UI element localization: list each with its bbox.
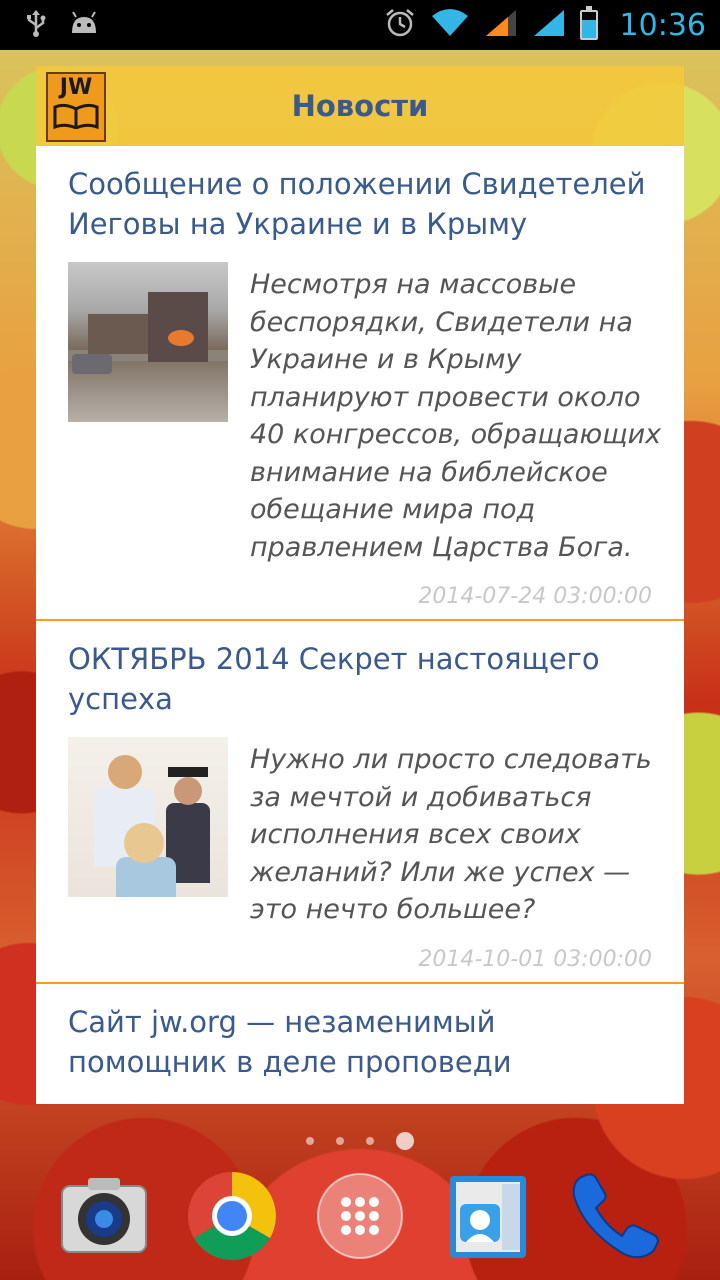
book-icon (53, 103, 99, 129)
page-dot (306, 1137, 314, 1145)
clock: 10:36 (619, 7, 706, 43)
news-widget: JW Новости Сообщение о положении Свидете… (36, 66, 684, 1104)
camera-icon[interactable] (56, 1168, 152, 1264)
page-dot (336, 1137, 344, 1145)
widget-header: JW Новости (36, 66, 684, 146)
phone-icon[interactable] (566, 1168, 662, 1264)
contacts-icon[interactable] (440, 1168, 536, 1264)
news-item-title[interactable]: Сообщение о положении Свидетелей Иеговы … (68, 164, 684, 244)
news-item-image (68, 262, 228, 422)
page-dot (366, 1137, 374, 1145)
news-item-title[interactable]: Сайт jw.org — незаменимый помощник в дел… (68, 1002, 684, 1082)
news-list[interactable]: Сообщение о положении Свидетелей Иеговы … (36, 146, 684, 1104)
news-item-image (68, 737, 228, 897)
signal-icon-2 (532, 8, 566, 42)
android-debug-icon (68, 11, 100, 39)
status-bar: 10:36 (0, 0, 720, 50)
news-item[interactable]: Сайт jw.org — незаменимый помощник в дел… (36, 984, 684, 1082)
news-item-date: 2014-10-01 03:00:00 (418, 946, 652, 972)
app-drawer-icon[interactable] (312, 1168, 408, 1264)
dock (0, 1168, 720, 1268)
news-item-summary: Несмотря на массовые беспорядки, Свидете… (250, 269, 662, 563)
logo-text: JW (59, 75, 93, 100)
news-item-summary: Нужно ли просто следовать за мечтой и до… (250, 744, 652, 925)
alarm-icon (384, 7, 416, 43)
usb-icon (26, 9, 46, 41)
signal-icon (484, 8, 518, 42)
chrome-icon[interactable] (184, 1168, 280, 1264)
news-item[interactable]: Сообщение о положении Свидетелей Иеговы … (36, 146, 684, 621)
wifi-icon (430, 8, 470, 42)
news-item[interactable]: ОКТЯБРЬ 2014 Секрет настоящего успеха Ну… (36, 621, 684, 984)
jw-logo[interactable]: JW (46, 72, 106, 142)
news-item-date: 2014-07-24 03:00:00 (418, 584, 652, 609)
battery-charging-icon (579, 6, 598, 40)
page-indicator (0, 1132, 720, 1150)
page-dot-active (396, 1132, 414, 1150)
widget-title: Новости (291, 89, 429, 123)
news-item-title[interactable]: ОКТЯБРЬ 2014 Секрет настоящего успеха (68, 639, 684, 719)
